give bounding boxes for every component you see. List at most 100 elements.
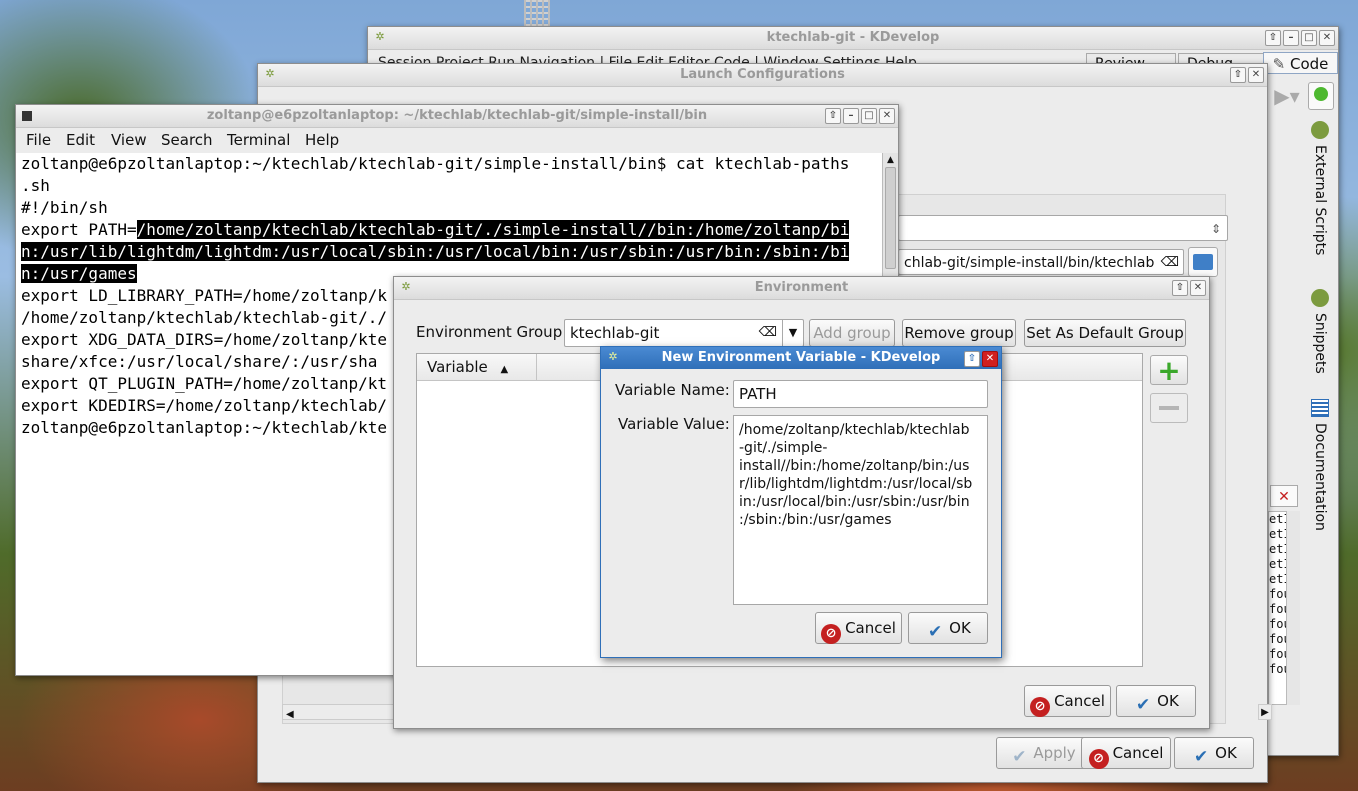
clear-field-icon[interactable]: ⌫ <box>759 320 777 346</box>
terminal-line: .sh <box>21 176 50 195</box>
lightbulb-icon[interactable] <box>1308 82 1334 110</box>
column-variable-label: Variable <box>427 358 488 376</box>
terminal-line: export XDG_DATA_DIRS=/home/zoltanp/kte <box>21 330 388 349</box>
external-scripts-label: External Scripts <box>1312 145 1328 256</box>
launch-cancel-button[interactable]: ⊘ Cancel <box>1081 737 1171 769</box>
environment-titlebar[interactable]: ✲ Environment ⇧ ✕ <box>394 277 1209 300</box>
terminal-line: share/xfce:/usr/local/share/:/usr/sha <box>21 352 378 371</box>
close-icon[interactable]: ✕ <box>1248 67 1264 83</box>
maximize-icon[interactable]: □ <box>1301 30 1317 46</box>
terminal-text: export PATH= <box>21 220 137 239</box>
scroll-right-icon[interactable]: ▶ <box>1258 704 1272 720</box>
launch-ok-button[interactable]: ✔ OK <box>1174 737 1254 769</box>
maximize-icon[interactable]: □ <box>861 108 877 124</box>
terminal-titlebar[interactable]: zoltanp@e6pzoltanlaptop: ~/ktechlab/ktec… <box>16 105 898 128</box>
snippets-toolview[interactable]: Snippets <box>1308 289 1332 389</box>
list-scrollbar[interactable] <box>1286 511 1300 705</box>
menu-search[interactable]: Search <box>161 131 213 149</box>
terminal-line: zoltanp@e6pzoltanlaptop:~/ktechlab/ktech… <box>21 154 850 173</box>
terminal-line: /home/zoltanp/ktechlab/ktechlab-git/./ <box>21 308 388 327</box>
executable-path-value: chlab-git/simple-install/bin/ktechlab <box>904 255 1155 271</box>
code-tab[interactable]: ✎ Code <box>1263 52 1338 74</box>
executable-path-field[interactable]: chlab-git/simple-install/bin/ktechlab ⌫ <box>898 249 1184 275</box>
terminal-line: export PATH=/home/zoltanp/ktechlab/ktech… <box>21 219 850 241</box>
browse-folder-icon[interactable] <box>1188 247 1218 277</box>
terminal-menubar: File Edit View Search Terminal Help <box>16 127 898 153</box>
apply-button[interactable]: ✔ Apply <box>996 737 1089 769</box>
terminal-line: n:/usr/games <box>21 263 137 285</box>
terminal-line: n:/usr/lib/lightdm/lightdm:/usr/local/sb… <box>21 241 850 263</box>
executable-combo[interactable]: ⇕ <box>898 215 1228 241</box>
kdevelop-app-icon: ✲ <box>375 30 385 43</box>
new-variable-cancel-button[interactable]: ⊘ Cancel <box>815 612 902 644</box>
value-line: /home/zoltanp/ktechlab/ktechlab <box>739 422 970 438</box>
add-variable-button[interactable]: + <box>1150 354 1188 387</box>
keep-above-icon[interactable]: ⇧ <box>825 108 841 124</box>
minimize-icon[interactable]: – <box>1283 30 1299 46</box>
new-variable-cancel-label: Cancel <box>845 619 896 637</box>
plus-icon: + <box>1157 354 1181 387</box>
combo-arrow-icon: ⇕ <box>1210 222 1221 236</box>
variable-name-input[interactable]: PATH <box>733 380 988 408</box>
remove-group-button[interactable]: Remove group <box>902 319 1016 347</box>
remove-problem-icon[interactable]: ✕ <box>1270 485 1298 507</box>
documentation-toolview[interactable]: Documentation <box>1308 399 1332 549</box>
terminal-line: export LD_LIBRARY_PATH=/home/zoltanp/k <box>21 286 388 305</box>
code-tab-label: Code <box>1289 55 1329 73</box>
chevron-down-icon[interactable]: ▼ <box>782 320 803 346</box>
snippets-label: Snippets <box>1312 313 1328 374</box>
launch-app-icon: ✲ <box>265 67 275 80</box>
value-line: r/lib/lightdm/lightdm:/usr/local/sb <box>739 476 973 492</box>
new-variable-dialog: ✲ New Environment Variable - KDevelop ⇧ … <box>600 346 1002 658</box>
keep-above-icon[interactable]: ⇧ <box>1265 30 1281 46</box>
menu-file[interactable]: File <box>26 131 51 149</box>
terminal-line: #!/bin/sh <box>21 198 108 217</box>
new-variable-ok-button[interactable]: ✔ OK <box>908 612 988 644</box>
keep-above-icon[interactable]: ⇧ <box>1172 280 1188 296</box>
new-variable-titlebar[interactable]: ✲ New Environment Variable - KDevelop ⇧ … <box>601 347 1001 369</box>
environment-cancel-button[interactable]: ⊘ Cancel <box>1024 685 1111 717</box>
menu-edit[interactable]: Edit <box>66 131 95 149</box>
minimize-icon[interactable]: – <box>843 108 859 124</box>
environment-group-label: Environment Group <box>416 323 563 341</box>
cancel-icon: ⊘ <box>1030 697 1051 717</box>
remove-variable-button[interactable] <box>1150 393 1188 423</box>
apply-label: Apply <box>1033 744 1076 762</box>
value-line: in:/usr/local/bin:/usr/sbin:/usr/bin <box>739 494 970 510</box>
scroll-up-icon[interactable]: ▲ <box>883 153 898 167</box>
keep-above-icon[interactable]: ⇧ <box>964 351 980 367</box>
terminal-line: export KDEDIRS=/home/zoltanp/ktechlab/ <box>21 396 388 415</box>
run-button[interactable]: ▶▾ <box>1270 83 1304 109</box>
check-icon: ✔ <box>928 622 943 642</box>
close-icon[interactable]: ✕ <box>1190 280 1206 296</box>
terminal-title: zoltanp@e6pzoltanlaptop: ~/ktechlab/ktec… <box>206 108 708 123</box>
terminal-line: export QT_PLUGIN_PATH=/home/zoltanp/kt <box>21 374 388 393</box>
menu-help[interactable]: Help <box>305 131 339 149</box>
keep-above-icon[interactable]: ⇧ <box>1230 67 1246 83</box>
scrollbar-thumb[interactable] <box>885 167 896 269</box>
terminal-app-icon <box>22 111 32 121</box>
environment-group-combo[interactable]: ktechlab-git ⌫ ▼ <box>564 319 804 347</box>
close-icon[interactable]: ✕ <box>982 351 998 367</box>
scroll-left-icon[interactable]: ◀ <box>283 709 294 720</box>
close-icon[interactable]: ✕ <box>1319 30 1335 46</box>
column-header-variable[interactable]: Variable ▲ <box>417 354 537 380</box>
variable-value-textarea[interactable]: /home/zoltanp/ktechlab/ktechlab -git/./s… <box>733 415 988 605</box>
cancel-icon: ⊘ <box>821 624 842 644</box>
launch-titlebar[interactable]: ✲ Launch Configurations ⇧ ✕ <box>258 64 1267 87</box>
kdevelop-titlebar[interactable]: ✲ ktechlab-git - KDevelop ⇧ – □ ✕ <box>368 27 1338 50</box>
close-icon[interactable]: ✕ <box>879 108 895 124</box>
launch-horizontal-scrollbar[interactable]: ◀ <box>282 704 402 720</box>
external-scripts-toolview[interactable]: External Scripts <box>1308 121 1332 271</box>
kdevelop-title: ktechlab-git - KDevelop <box>766 30 940 45</box>
environment-ok-button[interactable]: ✔ OK <box>1116 685 1196 717</box>
menu-terminal[interactable]: Terminal <box>227 131 290 149</box>
set-default-group-label: Set As Default Group <box>1026 324 1184 342</box>
add-group-button[interactable]: Add group <box>809 319 895 347</box>
clear-field-icon[interactable]: ⌫ <box>1161 250 1179 274</box>
set-default-group-button[interactable]: Set As Default Group <box>1024 319 1186 347</box>
sort-ascending-icon: ▲ <box>500 364 509 375</box>
menu-view[interactable]: View <box>111 131 147 149</box>
variable-value-label: Variable Value: <box>618 415 730 433</box>
minus-icon <box>1159 406 1179 410</box>
